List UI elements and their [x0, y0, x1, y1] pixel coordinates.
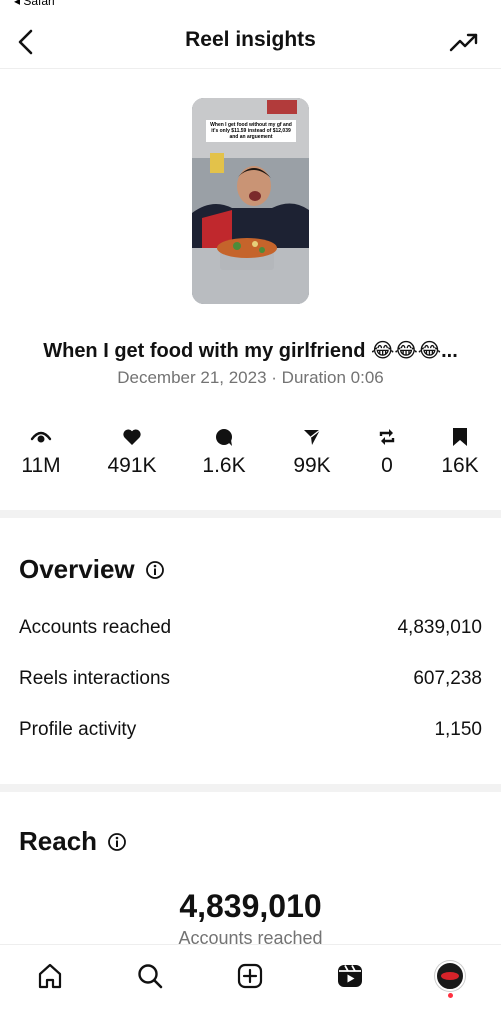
- overview-row-reels-interactions[interactable]: Reels interactions 607,238: [19, 665, 482, 693]
- notification-dot: [448, 993, 453, 998]
- overview-section-title: Overview: [19, 554, 165, 585]
- overview-row-accounts-reached[interactable]: Accounts reached 4,839,010: [19, 614, 482, 642]
- metric-views: 11M: [0, 426, 86, 478]
- bookmark-icon: [453, 428, 467, 446]
- profile-avatar: [435, 961, 465, 991]
- overview-row-profile-activity[interactable]: Profile activity 1,150: [19, 716, 482, 744]
- back-to-safari-link[interactable]: ◂ Safari: [14, 0, 55, 8]
- tab-search[interactable]: [133, 959, 167, 993]
- metric-likes-value: 491K: [107, 454, 157, 477]
- metric-saves-value: 16K: [441, 454, 479, 477]
- create-icon: [237, 963, 263, 989]
- row-value: 4,839,010: [397, 617, 482, 638]
- metric-comments: 1.6K: [179, 426, 269, 478]
- nav-bar: Reel insights: [0, 18, 501, 68]
- nav-divider: [0, 68, 501, 69]
- tab-home[interactable]: [33, 959, 67, 993]
- tab-reels[interactable]: [333, 959, 367, 993]
- reel-thumbnail[interactable]: When I get food without my gf and it's o…: [192, 98, 309, 304]
- page-title: Reel insights: [185, 28, 316, 51]
- trending-up-icon: [449, 33, 478, 52]
- overview-title: Overview: [19, 554, 135, 584]
- section-divider: [0, 784, 501, 792]
- metric-saves: 16K: [415, 426, 501, 478]
- section-divider: [0, 510, 501, 518]
- reels-icon: [338, 965, 362, 987]
- reel-title: When I get food with my girlfriend 😂😂😂..…: [43, 340, 458, 362]
- row-label: Profile activity: [19, 719, 137, 740]
- avatar-logo: [441, 972, 459, 980]
- share-icon: [304, 429, 321, 445]
- reel-duration: Duration 0:06: [281, 368, 384, 387]
- metric-views-value: 11M: [21, 454, 61, 477]
- reach-total-value: 4,839,010: [179, 888, 322, 924]
- thumbnail-caption: When I get food without my gf and it's o…: [206, 120, 296, 142]
- home-icon: [38, 963, 62, 989]
- info-icon[interactable]: [107, 832, 127, 852]
- tab-profile[interactable]: [433, 959, 467, 993]
- bottom-tab-bar: [0, 944, 501, 1024]
- info-icon[interactable]: [145, 560, 165, 580]
- metric-likes: 491K: [87, 426, 177, 478]
- reel-date: December 21, 2023: [117, 368, 267, 387]
- row-value: 1,150: [434, 719, 482, 740]
- reach-section-title: Reach: [19, 826, 127, 857]
- row-value: 607,238: [413, 668, 482, 689]
- row-label: Accounts reached: [19, 617, 172, 638]
- row-label: Reels interactions: [19, 668, 171, 689]
- comment-icon: [216, 429, 232, 446]
- reach-title: Reach: [19, 826, 98, 856]
- tab-create[interactable]: [233, 959, 267, 993]
- search-icon: [138, 964, 163, 989]
- metrics-row: 11M 491K 1.6K 99K 0 16K: [0, 426, 501, 486]
- metric-comments-value: 1.6K: [202, 454, 246, 477]
- meta-separator: ·: [266, 368, 282, 387]
- heart-icon: [123, 429, 141, 445]
- status-bar: ◂ Safari: [0, 0, 501, 10]
- eye-icon: [30, 431, 52, 443]
- reel-meta: December 21, 2023 · Duration 0:06: [0, 368, 501, 388]
- trending-button[interactable]: [449, 30, 479, 56]
- repost-icon: [379, 429, 395, 445]
